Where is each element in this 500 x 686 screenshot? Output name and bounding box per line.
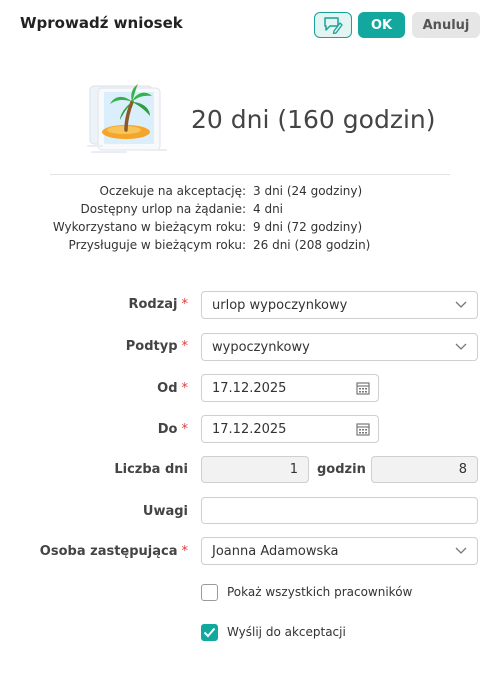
chevron-down-icon — [455, 301, 467, 308]
summary-value: 9 dni (72 godziny) — [253, 220, 363, 234]
divider — [50, 174, 450, 175]
checkmark-icon — [203, 627, 216, 637]
summary-value: 4 dni — [253, 202, 284, 216]
od-label: Od * — [157, 381, 188, 396]
summary-row: Oczekuje na akceptację: 3 dni (24 godzin… — [0, 184, 500, 201]
uwagi-label: Uwagi — [142, 504, 188, 519]
show-all-checkbox[interactable] — [201, 583, 218, 601]
required-mark: * — [181, 544, 189, 559]
chevron-down-icon — [455, 547, 467, 554]
do-value: 17.12.2025 — [212, 421, 287, 437]
required-mark: * — [181, 381, 189, 396]
summary-row: Dostępny urlop na żądanie: 4 dni — [0, 202, 500, 219]
osoba-label-text: Osoba zastępująca — [39, 544, 178, 559]
podtyp-label: Podtyp * — [126, 339, 188, 354]
liczba-dni-value: 1 — [289, 462, 298, 477]
summary-row: Przysługuje w bieżącym roku: 26 dni (208… — [0, 238, 500, 255]
add-comment-button[interactable] — [314, 12, 352, 38]
summary-value: 26 dni (208 godzin) — [253, 238, 371, 252]
chevron-down-icon — [455, 343, 467, 350]
liczba-dni-field: 1 — [201, 456, 309, 483]
godzin-field: 8 — [371, 456, 478, 483]
ok-button[interactable]: OK — [358, 12, 405, 38]
send-label: Wyślij do akceptacji — [227, 625, 346, 639]
vacation-island-icon — [86, 80, 170, 158]
rodzaj-value: urlop wypoczynkowy — [212, 297, 348, 313]
show-all-checkbox-row[interactable]: Pokaż wszystkich pracowników — [201, 583, 412, 601]
godzin-label: godzin — [317, 462, 366, 477]
do-date-input[interactable]: 17.12.2025 — [201, 415, 379, 443]
od-value: 17.12.2025 — [212, 380, 287, 396]
rodzaj-label-text: Rodzaj — [128, 297, 178, 312]
summary-label: Dostępny urlop na żądanie: — [80, 202, 246, 216]
dialog-title: Wprowadź wniosek — [20, 14, 183, 32]
summary-label: Wykorzystano w bieżącym roku: — [52, 220, 246, 234]
summary-label: Oczekuje na akceptację: — [99, 184, 246, 198]
calendar-icon[interactable] — [356, 422, 370, 436]
osoba-label: Osoba zastępująca * — [40, 544, 188, 559]
podtyp-label-text: Podtyp — [125, 339, 178, 354]
summary-value: 3 dni (24 godziny) — [253, 184, 363, 198]
liczba-dni-label: Liczba dni — [114, 462, 188, 477]
osoba-select[interactable]: Joanna Adamowska — [201, 537, 478, 565]
cancel-button[interactable]: Anuluj — [412, 12, 480, 38]
summary-label: Przysługuje w bieżącym roku: — [68, 238, 246, 252]
required-mark: * — [181, 422, 189, 437]
required-mark: * — [181, 297, 189, 312]
show-all-label: Pokaż wszystkich pracowników — [227, 585, 413, 599]
send-checkbox[interactable] — [201, 623, 218, 641]
days-total: 20 dni (160 godzin) — [191, 105, 436, 134]
podtyp-value: wypoczynkowy — [212, 339, 310, 355]
dialog-header: Wprowadź wniosek OK Anuluj — [0, 0, 500, 50]
od-date-input[interactable]: 17.12.2025 — [201, 374, 379, 402]
calendar-icon[interactable] — [356, 381, 370, 395]
podtyp-select[interactable]: wypoczynkowy — [201, 333, 478, 361]
rodzaj-label: Rodzaj * — [128, 297, 188, 312]
osoba-value: Joanna Adamowska — [212, 543, 339, 559]
summary-row: Wykorzystano w bieżącym roku: 9 dni (72 … — [0, 220, 500, 237]
required-mark: * — [181, 339, 189, 354]
do-label: Do * — [158, 422, 188, 437]
godzin-value: 8 — [458, 462, 467, 477]
od-label-text: Od — [157, 381, 178, 396]
comment-edit-icon — [324, 17, 343, 34]
do-label-text: Do — [157, 422, 178, 437]
uwagi-input[interactable] — [201, 497, 478, 524]
send-checkbox-row[interactable]: Wyślij do akceptacji — [201, 623, 346, 641]
rodzaj-select[interactable]: urlop wypoczynkowy — [201, 291, 478, 319]
